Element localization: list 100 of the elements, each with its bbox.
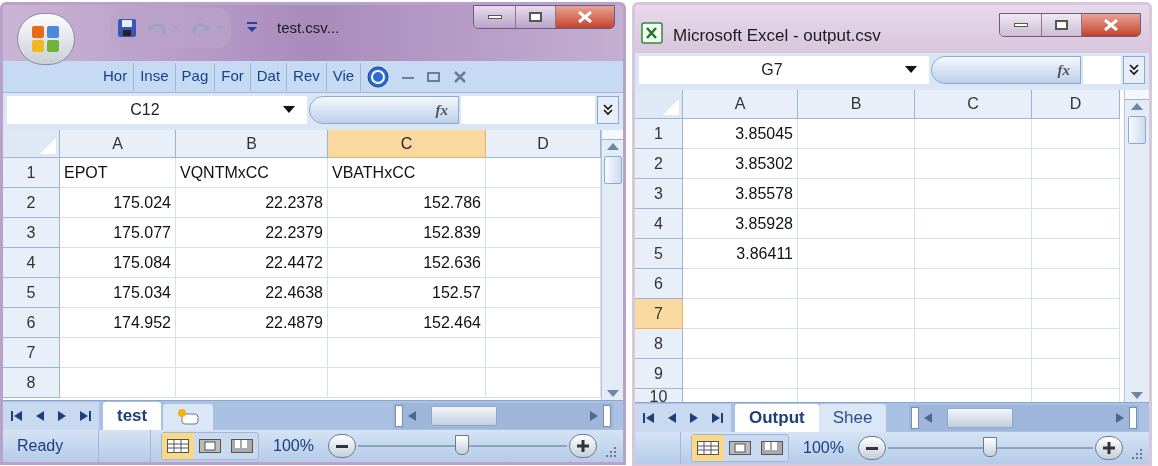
ribbon-tab[interactable]: Pag [175, 62, 216, 91]
minimize-button[interactable] [474, 6, 516, 28]
column-header[interactable]: B [176, 130, 328, 158]
scroll-right-icon[interactable] [1115, 412, 1125, 424]
table-cell[interactable]: 152.464 [328, 308, 486, 338]
close-button[interactable] [556, 6, 614, 28]
table-cell[interactable] [1032, 209, 1120, 239]
table-cell[interactable] [328, 338, 486, 368]
table-cell[interactable] [1032, 119, 1120, 149]
table-cell[interactable] [176, 338, 328, 368]
sheet-tab[interactable]: Shee [818, 404, 887, 432]
column-header[interactable]: D [486, 130, 601, 158]
split-handle[interactable] [911, 407, 919, 429]
name-box[interactable]: C12 [7, 96, 307, 124]
select-all-corner[interactable] [635, 90, 683, 119]
row-header[interactable]: 9 [635, 359, 683, 389]
table-cell[interactable] [798, 239, 915, 269]
formula-field[interactable] [461, 96, 595, 124]
normal-view-button[interactable] [162, 433, 194, 459]
column-header[interactable]: B [798, 90, 915, 119]
maximize-button[interactable] [516, 6, 556, 28]
expand-formula-button[interactable] [597, 96, 619, 124]
scroll-right-icon[interactable] [589, 410, 599, 422]
next-sheet-icon[interactable] [57, 410, 67, 422]
table-cell[interactable]: 174.952 [60, 308, 176, 338]
expand-formula-button[interactable] [1123, 56, 1145, 84]
table-cell[interactable] [176, 368, 328, 398]
table-cell[interactable]: 3.86411 [683, 239, 798, 269]
table-cell[interactable] [683, 299, 798, 329]
row-header[interactable]: 2 [3, 188, 60, 218]
table-cell[interactable] [1032, 359, 1120, 389]
next-sheet-icon[interactable] [689, 412, 699, 424]
row-header[interactable]: 8 [635, 329, 683, 359]
ribbon-tab[interactable]: For [215, 62, 251, 91]
horizontal-scrollbar[interactable] [909, 405, 1139, 431]
previous-sheet-icon[interactable] [35, 410, 45, 422]
ribbon-tab[interactable]: Hor [97, 62, 135, 91]
first-sheet-icon[interactable] [11, 410, 23, 422]
sheet-tab[interactable]: test [103, 402, 162, 430]
table-cell[interactable]: 175.077 [60, 218, 176, 248]
maximize-button[interactable] [1042, 14, 1082, 36]
table-cell[interactable] [798, 179, 915, 209]
scroll-left-icon[interactable] [407, 410, 417, 422]
insert-function-button[interactable]: fx [931, 56, 1081, 84]
table-cell[interactable]: 175.034 [60, 278, 176, 308]
table-cell[interactable]: 152.636 [328, 248, 486, 278]
ribbon-tab[interactable]: Inse [134, 62, 176, 91]
dropdown-caret-icon[interactable] [283, 106, 295, 114]
last-sheet-icon[interactable] [79, 410, 91, 422]
scroll-left-icon[interactable] [923, 412, 933, 424]
table-cell[interactable] [798, 209, 915, 239]
row-header[interactable]: 2 [635, 149, 683, 179]
table-cell[interactable] [798, 359, 915, 389]
row-header[interactable]: 6 [3, 308, 60, 338]
vertical-scrollbar[interactable] [601, 130, 623, 400]
row-header[interactable]: 4 [635, 209, 683, 239]
table-cell[interactable] [915, 179, 1032, 209]
first-sheet-icon[interactable] [643, 412, 655, 424]
table-cell[interactable]: 152.786 [328, 188, 486, 218]
normal-view-button[interactable] [692, 435, 724, 461]
customize-menu-icon[interactable] [245, 20, 259, 34]
row-header[interactable]: 10 [635, 389, 683, 402]
table-cell[interactable] [798, 269, 915, 299]
table-cell[interactable]: 175.084 [60, 248, 176, 278]
vertical-scrollbar[interactable] [1124, 90, 1149, 402]
minimize-button[interactable] [1000, 14, 1042, 36]
row-header[interactable]: 7 [635, 299, 683, 329]
split-handle[interactable] [395, 405, 403, 427]
table-cell[interactable] [798, 329, 915, 359]
zoom-slider[interactable] [887, 436, 1093, 460]
table-cell[interactable] [915, 299, 1032, 329]
previous-sheet-icon[interactable] [667, 412, 677, 424]
table-cell[interactable]: 22.4472 [176, 248, 328, 278]
split-handle[interactable] [1129, 407, 1137, 429]
horizontal-scrollbar[interactable] [393, 403, 613, 429]
zoom-slider[interactable] [357, 434, 567, 458]
table-cell[interactable]: 22.2379 [176, 218, 328, 248]
zoom-in-button[interactable] [1095, 436, 1123, 460]
row-header[interactable]: 4 [3, 248, 60, 278]
zoom-slider-thumb[interactable] [455, 435, 470, 455]
column-header[interactable]: A [60, 130, 176, 158]
table-cell[interactable] [915, 359, 1032, 389]
table-cell[interactable] [915, 119, 1032, 149]
table-cell[interactable] [60, 338, 176, 368]
table-cell[interactable] [915, 329, 1032, 359]
column-header[interactable]: C [328, 130, 486, 158]
column-header[interactable]: D [1032, 90, 1120, 119]
last-sheet-icon[interactable] [711, 412, 723, 424]
name-box[interactable]: G7 [639, 56, 929, 84]
ribbon-tab[interactable]: Rev [287, 62, 327, 91]
table-cell[interactable] [1032, 299, 1120, 329]
table-cell[interactable]: 3.85045 [683, 119, 798, 149]
table-cell[interactable] [915, 149, 1032, 179]
table-cell[interactable] [683, 359, 798, 389]
split-box[interactable] [1125, 90, 1149, 100]
close-icon[interactable] [453, 69, 468, 84]
table-cell[interactable]: 3.85928 [683, 209, 798, 239]
ribbon-tab[interactable]: Vie [326, 62, 362, 91]
table-cell[interactable] [798, 299, 915, 329]
table-cell[interactable] [328, 368, 486, 398]
